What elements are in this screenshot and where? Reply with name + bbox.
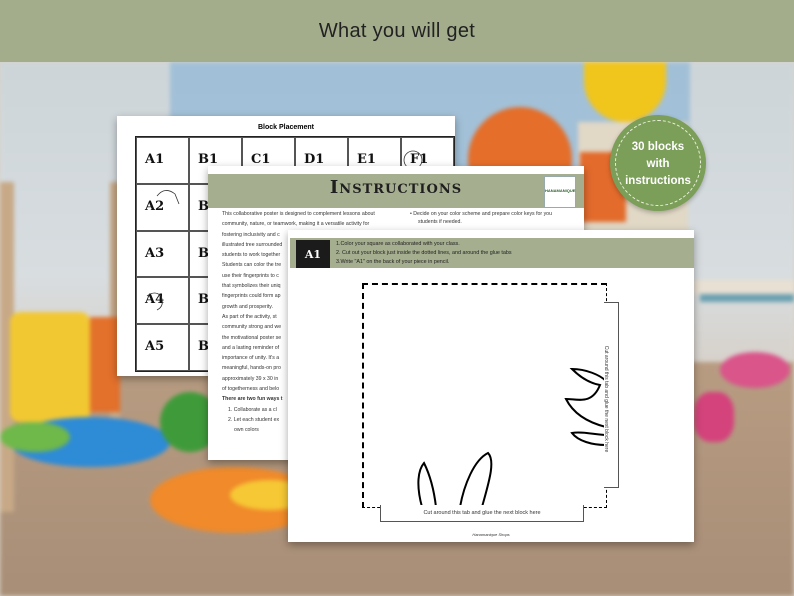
cell-label: C1 — [251, 152, 271, 167]
cell-label: E1 — [357, 152, 376, 167]
step-line: 2. Cut out your block just inside the do… — [336, 250, 512, 256]
blocks-count-badge: 30 blocks with instructions — [610, 115, 706, 211]
instructions-title: Instructions — [329, 177, 463, 198]
placement-title: Block Placement — [257, 124, 315, 131]
instruction-bullet-cont: students if needed. — [418, 219, 462, 225]
block-a1-sheet: A1 1.Color your square as collaborated w… — [288, 230, 694, 542]
step-line: 3.Write "A1" on the back of your piece i… — [336, 259, 450, 265]
pink-stool — [720, 352, 790, 388]
bottom-glue-tab-label: Cut around this tab and glue the next bl… — [423, 510, 541, 516]
right-glue-tab-label: Cut around this tab and glue the next bl… — [603, 345, 609, 453]
instruction-line: This collaborative poster is designed to… — [222, 211, 375, 217]
grid-cell: A3 — [136, 230, 189, 278]
orange-chair — [90, 317, 120, 412]
instructions-right-column: • Decide on your color scheme and prepar… — [410, 210, 580, 226]
instruction-bullet: • Decide on your color scheme and prepar… — [410, 211, 552, 217]
cell-label: A5 — [145, 339, 165, 355]
cell-label: B1 — [198, 152, 219, 167]
step-line: 1.Color your square as collaborated with… — [336, 241, 460, 247]
instruction-line: community, nature, or teamwork, making i… — [222, 221, 370, 228]
bottom-glue-tab: Cut around this tab and glue the next bl… — [380, 505, 584, 522]
yellow-chair — [10, 312, 90, 422]
block-id-badge: A1 — [296, 240, 330, 268]
badge-line: instructions — [625, 175, 691, 187]
table — [690, 280, 794, 294]
badge-line: 30 blocks — [631, 141, 685, 153]
cell-label: A1 — [145, 152, 165, 167]
bird-illustration — [417, 367, 607, 508]
cell-label: A4 — [145, 292, 165, 308]
banner-title: What you will get — [318, 19, 476, 42]
green-rug — [0, 422, 70, 452]
cell-label: F1 — [410, 152, 429, 167]
cell-label: A2 — [145, 198, 165, 214]
block-cut-area — [362, 283, 607, 508]
grid-cell: A1 — [136, 137, 189, 184]
header-banner: What you will get — [0, 0, 794, 62]
badge-line: with — [646, 158, 670, 170]
cell-label: A3 — [145, 245, 165, 261]
footer-signature: Hanamanique Shops — [472, 532, 510, 537]
grid-cell: A2 — [136, 183, 189, 231]
grid-cell: A4 — [136, 277, 189, 325]
pink-stool — [694, 392, 734, 442]
block-steps: 1.Color your square as collaborated with… — [336, 240, 512, 267]
brand-logo: HANAMANIQUE — [544, 176, 576, 208]
cell-label: D1 — [304, 152, 325, 167]
grid-cell: A5 — [136, 324, 189, 371]
badge-text: 30 blocks with instructions — [610, 139, 706, 190]
logo-text: HANAMANIQUE — [545, 188, 576, 193]
table-edge — [700, 294, 794, 302]
